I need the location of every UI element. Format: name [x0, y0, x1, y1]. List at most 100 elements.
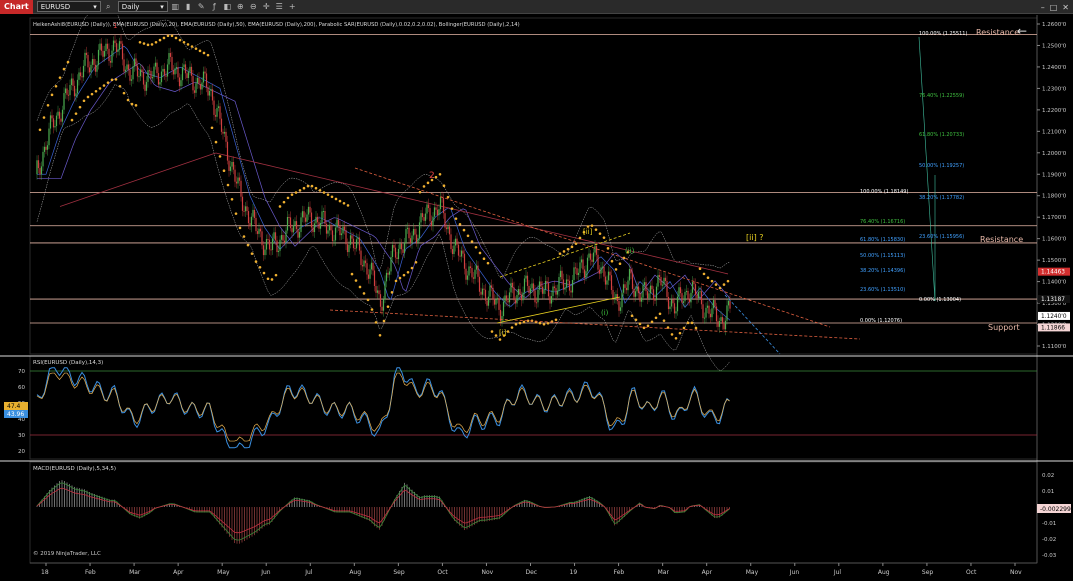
candle-body: [727, 300, 730, 306]
candle-body: [109, 60, 112, 63]
instrument-selector[interactable]: EURUSD ▾: [36, 1, 101, 12]
rsi-tag-1: 47.4: [7, 403, 21, 410]
candle-body: [417, 238, 419, 243]
candle-body: [142, 72, 145, 85]
candle-body: [523, 278, 526, 293]
wave-1-label: 1: [113, 22, 117, 30]
candle-body: [508, 292, 511, 303]
sar-dot: [494, 334, 498, 337]
candle-body: [663, 277, 665, 285]
candle-body: [178, 77, 181, 87]
candle-body: [220, 118, 223, 132]
candle-body: [384, 281, 386, 300]
sar-dot: [290, 193, 294, 196]
candle-body: [105, 43, 107, 52]
candle-body: [552, 286, 554, 297]
candle-body: [535, 302, 538, 304]
candle-body: [519, 289, 521, 295]
maximize-icon[interactable]: □: [1050, 3, 1058, 12]
candle-body: [615, 294, 617, 298]
candle-body: [193, 90, 196, 93]
candle-body: [543, 289, 545, 294]
chart-menu-button[interactable]: Chart: [0, 0, 33, 14]
drawing-icon[interactable]: ✎: [196, 1, 207, 12]
search-icon[interactable]: ⌕: [103, 1, 114, 12]
sar-dot: [510, 326, 514, 329]
candle-body: [580, 259, 583, 263]
close-icon[interactable]: ✕: [1062, 3, 1069, 12]
candle-body: [280, 235, 283, 240]
candle-body: [451, 249, 454, 255]
candle-body: [696, 294, 698, 299]
candle-body: [163, 68, 166, 76]
zoom-in-icon[interactable]: ⊕: [235, 1, 246, 12]
candle-body: [703, 317, 706, 319]
candle-body: [285, 230, 287, 243]
zoom-out-icon[interactable]: ⊖: [248, 1, 259, 12]
price-tick-label: 1.2200'0: [1042, 108, 1067, 114]
candle-style-icon[interactable]: ▮: [183, 1, 194, 12]
sar-dot: [174, 36, 178, 40]
candle-body: [406, 227, 409, 230]
candle-body: [706, 305, 709, 308]
candle-body: [310, 212, 313, 228]
minimize-icon[interactable]: –: [1041, 3, 1045, 12]
back-arrow-icon[interactable]: ←: [1017, 24, 1027, 38]
crosshair-icon[interactable]: ✛: [261, 1, 272, 12]
sar-dot: [294, 191, 298, 194]
sar-dot: [186, 43, 190, 46]
sar-dot: [658, 312, 662, 316]
candle-body: [595, 246, 598, 255]
sar-dot: [274, 273, 278, 277]
candle-body: [486, 300, 488, 306]
fib-0-b: 0.00% (1.12076): [860, 318, 902, 324]
sar-dot: [606, 247, 610, 250]
candle-body: [715, 306, 718, 322]
candle-body: [334, 227, 337, 241]
sar-dot: [226, 183, 230, 187]
candle-body: [516, 294, 518, 304]
candle-body: [207, 87, 209, 96]
sar-dot: [54, 84, 58, 88]
sar-dot: [86, 95, 90, 99]
candle-body: [289, 217, 292, 229]
indicators-icon[interactable]: ƒ: [209, 1, 220, 12]
candle-body: [223, 131, 226, 134]
add-icon[interactable]: +: [287, 1, 298, 12]
sar-dot: [598, 232, 602, 235]
candle-body: [40, 166, 43, 175]
bar-style-icon[interactable]: ▥: [170, 1, 181, 12]
chevron-down-icon: ▾: [93, 2, 97, 11]
sar-dot: [406, 270, 410, 274]
candle-body: [459, 255, 461, 257]
sar-dot: [490, 330, 494, 333]
strategies-icon[interactable]: ◧: [222, 1, 233, 12]
candle-body: [570, 290, 572, 293]
sar-dot: [262, 271, 266, 275]
candle-body: [226, 141, 229, 161]
sar-dot: [234, 212, 238, 215]
sar-dot: [266, 277, 270, 281]
candle-body: [622, 284, 625, 293]
period-selector[interactable]: Daily ▾: [117, 1, 168, 12]
candle-body: [450, 234, 452, 250]
candle-body: [355, 239, 358, 249]
candle-body: [720, 317, 722, 322]
candle-body: [724, 320, 727, 330]
sar-dot: [210, 126, 214, 130]
sar-dot: [378, 333, 382, 337]
candle-body: [175, 67, 178, 69]
fib-23-left: 23.60% (1.13510): [860, 287, 905, 293]
properties-icon[interactable]: ☰: [274, 1, 285, 12]
candle-body: [169, 53, 172, 57]
candle-body: [276, 240, 278, 253]
candle-body: [546, 280, 548, 284]
candle-body: [300, 217, 302, 233]
candle-body: [108, 48, 110, 61]
candle-body: [547, 283, 550, 297]
x-tick-label: 19: [570, 569, 578, 576]
candle-body: [97, 49, 100, 66]
sar-dot: [166, 34, 170, 38]
sar-dot: [194, 47, 198, 50]
chart-area[interactable]: HeikenAshi8(EURUSD (Daily)), EMA(EURUSD …: [0, 15, 1073, 581]
